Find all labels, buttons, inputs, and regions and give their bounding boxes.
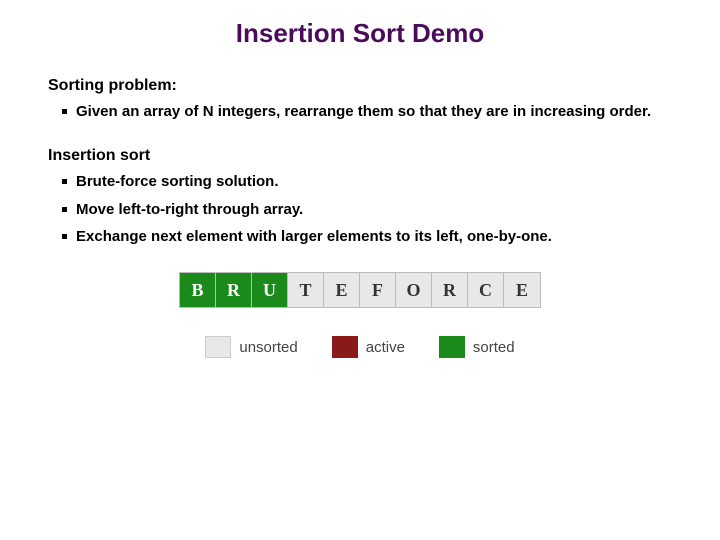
page-title: Insertion Sort Demo xyxy=(48,18,672,49)
section-sorting-problem: Sorting problem: Given an array of N int… xyxy=(48,77,672,123)
list-item: Given an array of N integers, rearrange … xyxy=(48,101,672,123)
section-heading: Sorting problem: xyxy=(48,77,672,95)
legend-label: unsorted xyxy=(239,339,297,356)
array-cell: B xyxy=(180,273,216,307)
legend-label: sorted xyxy=(473,339,515,356)
legend-label: active xyxy=(366,339,405,356)
legend-item-unsorted: unsorted xyxy=(205,336,297,358)
legend-item-sorted: sorted xyxy=(439,336,515,358)
list-item: Exchange next element with larger elemen… xyxy=(48,226,672,248)
array-cell: C xyxy=(468,273,504,307)
array: B R U T E F O R C E xyxy=(179,272,541,308)
list-item: Move left-to-right through array. xyxy=(48,199,672,221)
array-cell: U xyxy=(252,273,288,307)
bullet-list: Given an array of N integers, rearrange … xyxy=(48,101,672,123)
swatch-active-icon xyxy=(332,336,358,358)
swatch-unsorted-icon xyxy=(205,336,231,358)
array-cell: O xyxy=(396,273,432,307)
bullet-list: Brute-force sorting solution. Move left-… xyxy=(48,171,672,248)
array-cell: T xyxy=(288,273,324,307)
swatch-sorted-icon xyxy=(439,336,465,358)
legend: unsorted active sorted xyxy=(48,336,672,358)
array-cell: R xyxy=(216,273,252,307)
array-cell: R xyxy=(432,273,468,307)
section-heading: Insertion sort xyxy=(48,147,672,165)
legend-item-active: active xyxy=(332,336,405,358)
array-visualization: B R U T E F O R C E xyxy=(48,272,672,308)
array-cell: F xyxy=(360,273,396,307)
list-item: Brute-force sorting solution. xyxy=(48,171,672,193)
section-insertion-sort: Insertion sort Brute-force sorting solut… xyxy=(48,147,672,248)
array-cell: E xyxy=(504,273,540,307)
array-cell: E xyxy=(324,273,360,307)
slide: Insertion Sort Demo Sorting problem: Giv… xyxy=(0,0,720,540)
